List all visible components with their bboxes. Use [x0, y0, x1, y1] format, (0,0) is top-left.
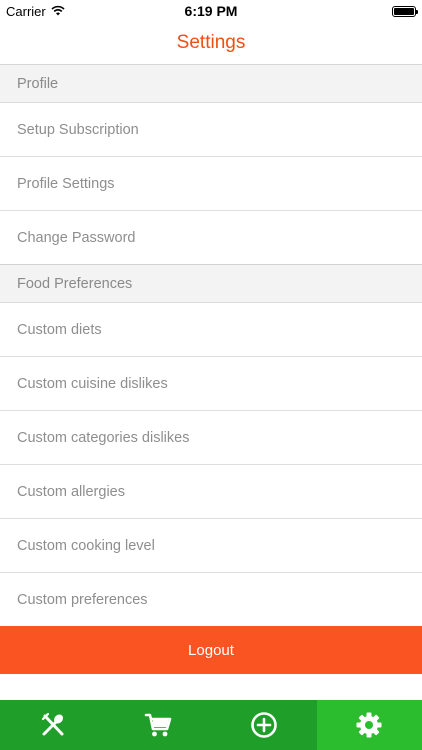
row-profile-settings[interactable]: Profile Settings — [0, 157, 422, 211]
row-custom-preferences[interactable]: Custom preferences — [0, 573, 422, 627]
battery-icon — [392, 5, 418, 17]
row-custom-categories-dislikes[interactable]: Custom categories dislikes — [0, 411, 422, 465]
tab-settings[interactable] — [316, 700, 422, 750]
page-title: Settings — [176, 32, 246, 53]
row-custom-allergies[interactable]: Custom allergies — [0, 465, 422, 519]
settings-screen: Carrier 6:19 PM Settings Profile Setup S… — [0, 0, 422, 750]
tab-shopping-cart[interactable] — [106, 700, 212, 750]
status-left: Carrier — [6, 4, 65, 19]
status-bar: Carrier 6:19 PM — [0, 0, 422, 22]
row-custom-cooking-level[interactable]: Custom cooking level — [0, 519, 422, 573]
cart-icon — [144, 711, 172, 739]
status-time: 6:19 PM — [184, 3, 238, 19]
row-custom-cuisine-dislikes[interactable]: Custom cuisine dislikes — [0, 357, 422, 411]
row-custom-diets[interactable]: Custom diets — [0, 303, 422, 357]
battery-fill — [394, 7, 414, 15]
gear-icon — [355, 711, 383, 739]
carrier-label: Carrier — [6, 3, 46, 19]
row-change-password[interactable]: Change Password — [0, 211, 422, 265]
section-header-profile: Profile — [0, 65, 422, 103]
add-circle-icon — [250, 711, 278, 739]
tab-add[interactable] — [211, 700, 317, 750]
section-header-food-preferences: Food Preferences — [0, 265, 422, 303]
tab-bar — [0, 700, 422, 750]
wifi-icon — [51, 4, 65, 19]
logout-button[interactable]: Logout — [0, 626, 422, 674]
settings-list: Profile Setup Subscription Profile Setti… — [0, 65, 422, 627]
tab-recipes[interactable] — [0, 700, 106, 750]
nav-bar: Settings — [0, 22, 422, 65]
fork-spoon-icon — [39, 711, 67, 739]
row-setup-subscription[interactable]: Setup Subscription — [0, 103, 422, 157]
